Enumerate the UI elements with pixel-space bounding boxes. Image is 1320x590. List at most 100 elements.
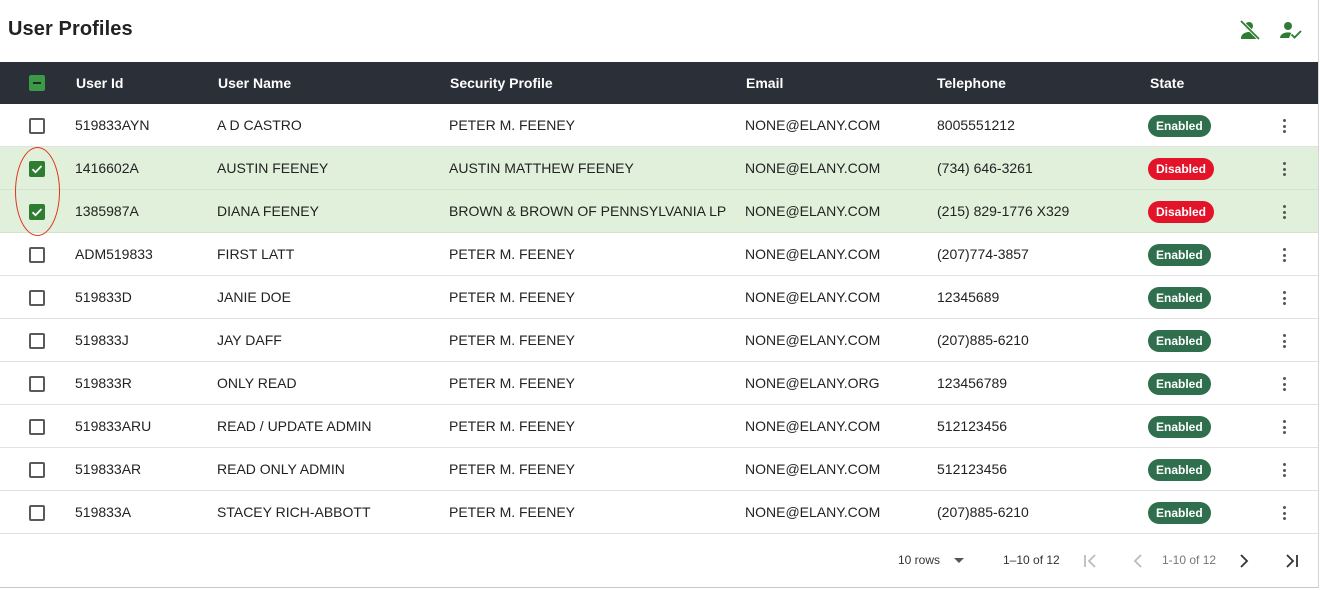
- cell-email: NONE@ELANY.COM: [745, 117, 881, 133]
- cell-user-name: JAY DAFF: [217, 332, 282, 348]
- cell-user-name: STACEY RICH-ABBOTT: [217, 504, 371, 520]
- cell-user-id: 519833AYN: [75, 117, 150, 133]
- last-page-icon[interactable]: [1280, 549, 1304, 573]
- more-vert-icon[interactable]: [1277, 204, 1293, 220]
- row-checkbox[interactable]: [29, 505, 45, 521]
- row-checkbox[interactable]: [29, 419, 45, 435]
- cell-telephone: 12345689: [937, 289, 1000, 305]
- cell-telephone: (734) 646-3261: [937, 160, 1033, 176]
- cell-telephone: (207)774-3857: [937, 246, 1029, 262]
- table-row[interactable]: 519833A STACEY RICH-ABBOTT PETER M. FEENEY…: [0, 491, 1318, 534]
- cell-user-name: READ / UPDATE ADMIN: [217, 418, 372, 434]
- column-header-user-id[interactable]: User Id: [76, 62, 123, 104]
- table-header: User Id User Name Security Profile Email…: [0, 62, 1318, 104]
- cell-security-profile: PETER M. FEENEY: [449, 418, 576, 434]
- table-row[interactable]: ADM519833 FIRST LATT PETER M. FEENEY NONE@E…: [0, 233, 1318, 276]
- cell-user-id: 519833ARU: [75, 418, 152, 434]
- cell-email: NONE@ELANY.COM: [745, 203, 881, 219]
- cell-security-profile: PETER M. FEENEY: [449, 246, 576, 262]
- column-header-email[interactable]: Email: [746, 62, 783, 104]
- cell-security-profile: PETER M. FEENEY: [449, 375, 576, 391]
- row-checkbox[interactable]: [29, 161, 45, 177]
- cell-email: NONE@ELANY.COM: [745, 332, 881, 348]
- row-checkbox[interactable]: [29, 118, 45, 134]
- person-off-icon[interactable]: [1238, 18, 1262, 42]
- column-header-telephone[interactable]: Telephone: [937, 62, 1006, 104]
- table-row[interactable]: 519833R ONLY READ PETER M. FEENEY NONE@ELAN…: [0, 362, 1318, 405]
- more-vert-icon[interactable]: [1277, 161, 1293, 177]
- rows-per-page-select[interactable]: 10 rows: [898, 553, 940, 567]
- status-badge: Enabled: [1148, 416, 1211, 438]
- cell-user-id: 519833R: [75, 375, 132, 391]
- cell-telephone: (207)885-6210: [937, 504, 1029, 520]
- table-row[interactable]: 519833D JANIE DOE PETER M. FEENEY NONE@ELAN…: [0, 276, 1318, 319]
- more-vert-icon[interactable]: [1277, 118, 1293, 134]
- cell-user-id: 519833A: [75, 504, 132, 520]
- table-row[interactable]: 519833J JAY DAFF PETER M. FEENEY NONE@ELANY…: [0, 319, 1318, 362]
- table-row[interactable]: 519833AR READ ONLY ADMIN PETER M. FEENEY NO…: [0, 448, 1318, 491]
- row-checkbox[interactable]: [29, 204, 45, 220]
- cell-user-id: ADM519833: [75, 246, 153, 262]
- cell-security-profile: PETER M. FEENEY: [449, 289, 576, 305]
- cell-user-name: JANIE DOE: [217, 289, 291, 305]
- cell-user-name: FIRST LATT: [217, 246, 295, 262]
- cell-email: NONE@ELANY.COM: [745, 418, 881, 434]
- cell-telephone: 8005551212: [937, 117, 1015, 133]
- cell-telephone: 512123456: [937, 418, 1008, 434]
- cell-user-name: READ ONLY ADMIN: [217, 461, 345, 477]
- cell-user-id: 1385987A: [75, 203, 139, 219]
- column-header-state[interactable]: State: [1150, 62, 1184, 104]
- pagination-range-secondary: 1-10 of 12: [1162, 553, 1217, 567]
- more-vert-icon[interactable]: [1277, 505, 1293, 521]
- more-vert-icon[interactable]: [1277, 419, 1293, 435]
- user-profiles-card: User Profiles User Id User Name Security…: [0, 0, 1319, 588]
- page-title: User Profiles: [8, 18, 133, 40]
- status-badge: Enabled: [1148, 373, 1211, 395]
- cell-user-name: A D CASTRO: [217, 117, 302, 133]
- status-badge: Disabled: [1148, 201, 1215, 223]
- cell-telephone: (207)885-6210: [937, 332, 1029, 348]
- person-check-icon[interactable]: [1279, 18, 1303, 42]
- cell-email: NONE@ELANY.COM: [745, 504, 881, 520]
- table-row[interactable]: 519833ARU READ / UPDATE ADMIN PETER M. FEE…: [0, 405, 1318, 448]
- title-bar: User Profiles: [0, 0, 1318, 62]
- cell-security-profile: PETER M. FEENEY: [449, 504, 576, 520]
- cell-user-name: ONLY READ: [217, 375, 297, 391]
- chevron-right-icon[interactable]: [1232, 549, 1256, 573]
- first-page-icon[interactable]: [1078, 549, 1102, 573]
- column-header-user-name[interactable]: User Name: [218, 62, 291, 104]
- chevron-down-icon[interactable]: [954, 558, 964, 563]
- column-header-security-profile[interactable]: Security Profile: [450, 62, 553, 104]
- row-checkbox[interactable]: [29, 247, 45, 263]
- more-vert-icon[interactable]: [1277, 376, 1293, 392]
- table-row[interactable]: 1385987A DIANA FEENEY BROWN & BROWN OF PEN…: [0, 190, 1318, 233]
- status-badge: Enabled: [1148, 330, 1211, 352]
- status-badge: Enabled: [1148, 115, 1211, 137]
- status-badge: Disabled: [1148, 158, 1215, 180]
- more-vert-icon[interactable]: [1277, 333, 1293, 349]
- cell-security-profile: BROWN & BROWN OF PENNSYLVANIA LP: [449, 203, 727, 219]
- cell-security-profile: AUSTIN MATTHEW FEENEY: [449, 160, 634, 176]
- select-all-checkbox[interactable]: [29, 75, 45, 91]
- table-row[interactable]: 519833AYN A D CASTRO PETER M. FEENEY NONE@E…: [0, 104, 1318, 147]
- row-checkbox[interactable]: [29, 376, 45, 392]
- more-vert-icon[interactable]: [1277, 247, 1293, 263]
- row-checkbox[interactable]: [29, 462, 45, 478]
- table-footer: 10 rows 1–10 of 12 1-10 of 12: [0, 535, 1318, 587]
- status-badge: Enabled: [1148, 244, 1211, 266]
- cell-security-profile: PETER M. FEENEY: [449, 332, 576, 348]
- cell-email: NONE@ELANY.ORG: [745, 375, 880, 391]
- cell-telephone: (215) 829-1776 X329: [937, 203, 1070, 219]
- status-badge: Enabled: [1148, 459, 1211, 481]
- row-checkbox[interactable]: [29, 333, 45, 349]
- cell-user-name: AUSTIN FEENEY: [217, 160, 329, 176]
- more-vert-icon[interactable]: [1277, 462, 1293, 478]
- more-vert-icon[interactable]: [1277, 290, 1293, 306]
- cell-security-profile: PETER M. FEENEY: [449, 117, 576, 133]
- cell-email: NONE@ELANY.COM: [745, 461, 881, 477]
- row-checkbox[interactable]: [29, 290, 45, 306]
- table-row[interactable]: 1416602A AUSTIN FEENEY AUSTIN MATTHEW FEEN…: [0, 147, 1318, 190]
- cell-email: NONE@ELANY.COM: [745, 246, 881, 262]
- status-badge: Enabled: [1148, 287, 1211, 309]
- chevron-left-icon[interactable]: [1126, 549, 1150, 573]
